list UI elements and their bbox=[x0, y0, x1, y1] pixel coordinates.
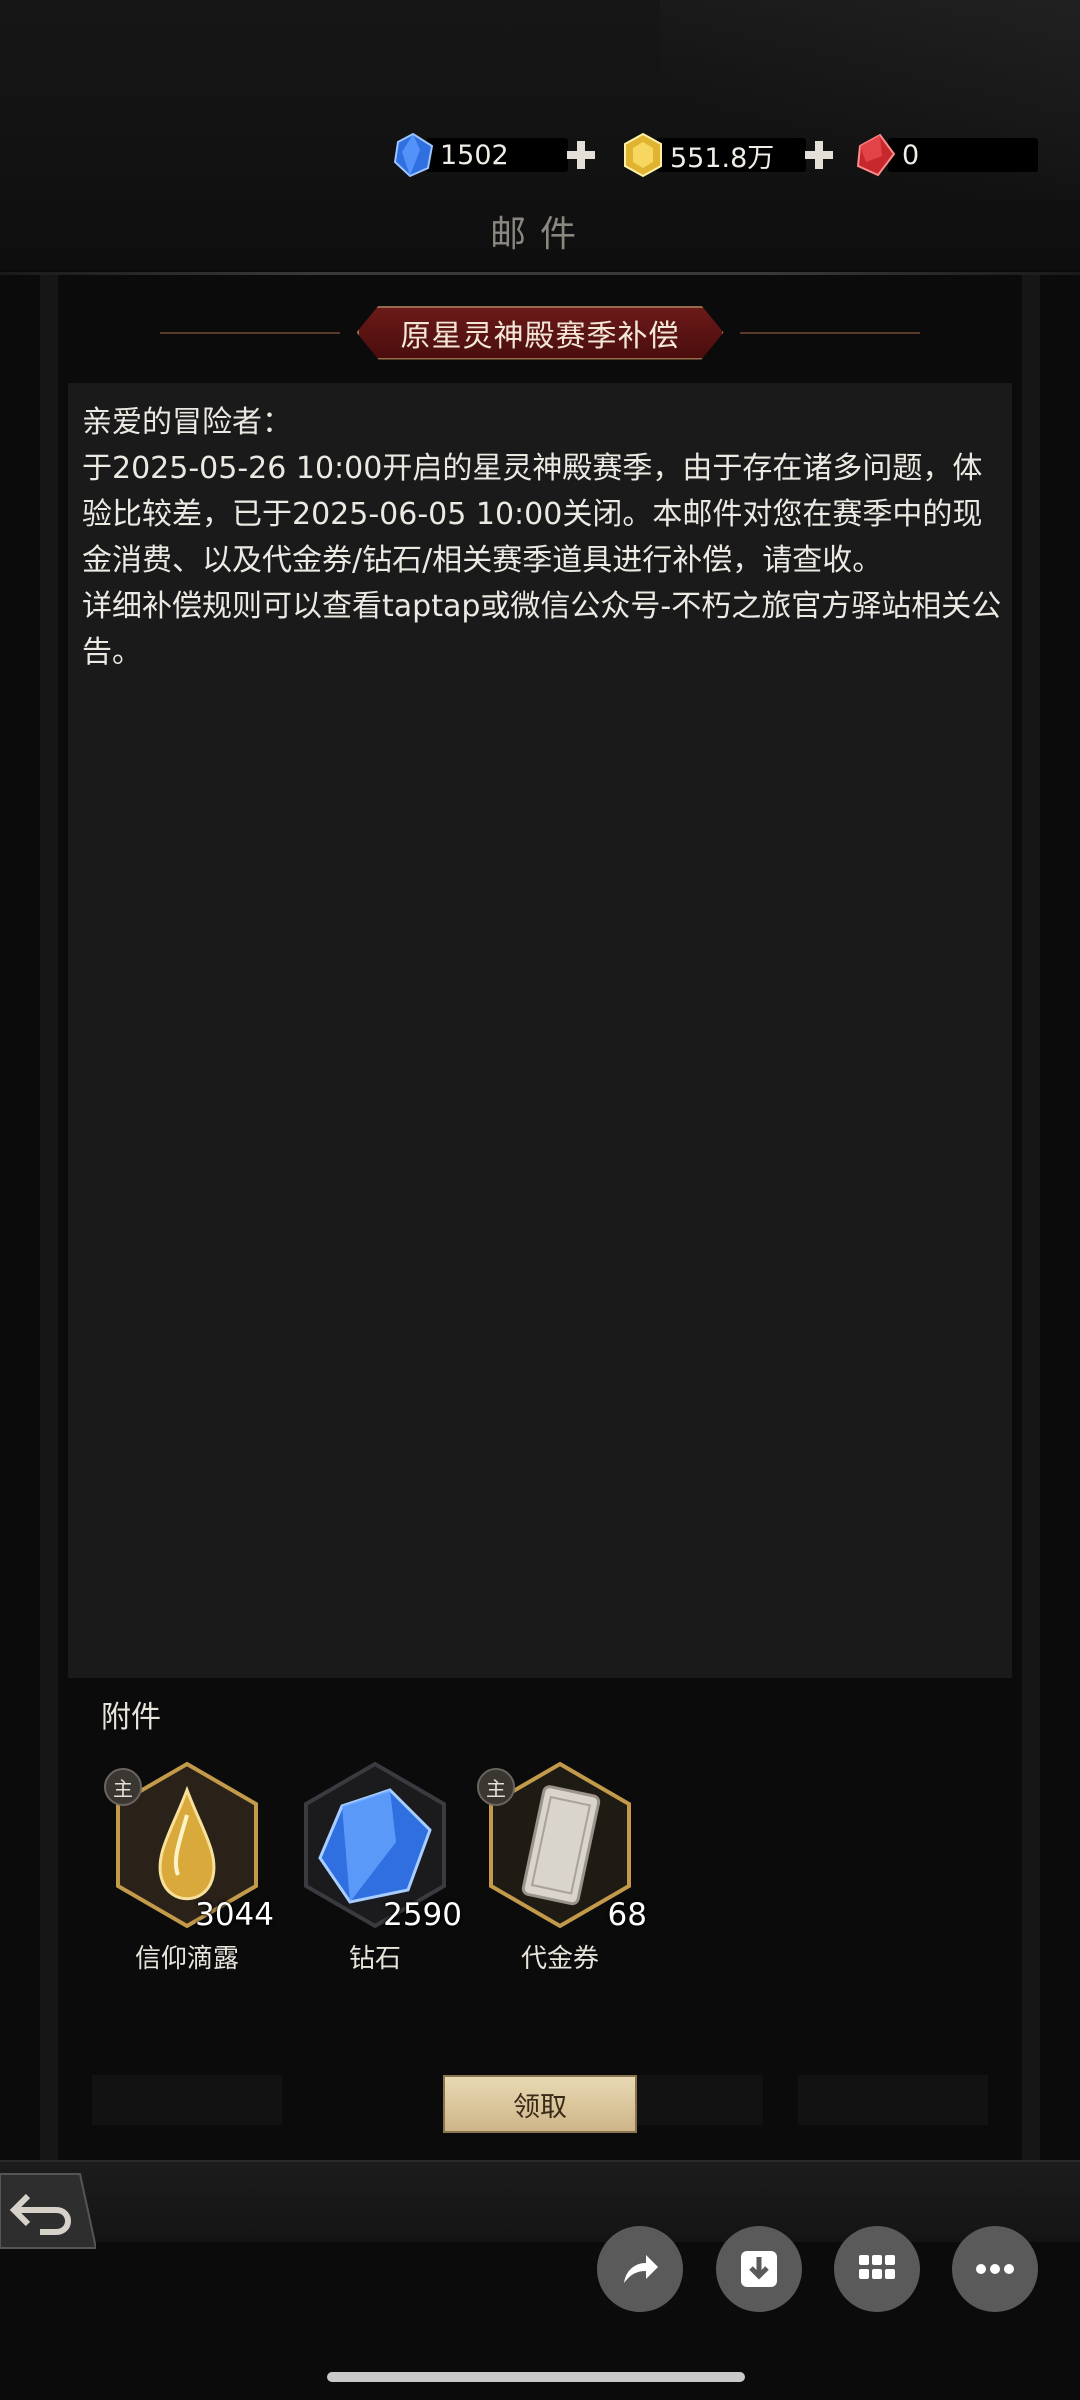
attachment-item-faith-dew[interactable]: 主 3044 信仰滴露 bbox=[102, 1760, 274, 1974]
grid-icon bbox=[859, 2255, 895, 2279]
more-button[interactable] bbox=[952, 2226, 1038, 2312]
footer-bar bbox=[0, 2160, 1080, 2242]
currency-gold[interactable]: 551.8万 bbox=[620, 132, 836, 178]
attachment-name: 信仰滴露 bbox=[134, 1944, 239, 1974]
blue-diamond-icon bbox=[393, 132, 434, 178]
share-button[interactable] bbox=[597, 2226, 683, 2312]
panel-right-edge bbox=[1022, 275, 1040, 2170]
attachment-count: 68 bbox=[607, 1897, 647, 1933]
attachment-item-diamond[interactable]: 2590 钻石 bbox=[290, 1760, 462, 1974]
add-gold-plus-icon[interactable] bbox=[802, 138, 836, 172]
gold-coin-icon bbox=[624, 132, 662, 178]
attachment-count: 2590 bbox=[383, 1897, 462, 1933]
share-arrow-icon bbox=[624, 2255, 658, 2283]
attachment-name: 钻石 bbox=[348, 1944, 401, 1974]
currency-diamond[interactable]: 1502 bbox=[390, 132, 598, 178]
subject-rule-right bbox=[740, 332, 920, 334]
mail-subject-wrap: 原星灵神殿赛季补偿 bbox=[0, 305, 1080, 360]
ghost-button-left bbox=[92, 2075, 282, 2125]
header-divider bbox=[0, 272, 1080, 275]
mail-body-text: 亲爱的冒险者： 于2025-05-26 10:00开启的星灵神殿赛季，由于存在诸… bbox=[82, 405, 1002, 670]
attachment-item-voucher[interactable]: 主 68 代金券 bbox=[475, 1760, 647, 1974]
red-crystal-icon bbox=[856, 133, 896, 177]
more-dots-icon bbox=[976, 2264, 1014, 2274]
claim-button[interactable]: 领取 bbox=[443, 2075, 637, 2133]
currency-gold-value: 551.8万 bbox=[656, 138, 806, 174]
attachment-count: 3044 bbox=[195, 1897, 274, 1933]
back-arrow-icon[interactable] bbox=[0, 2166, 96, 2256]
apps-button[interactable] bbox=[834, 2226, 920, 2312]
save-button[interactable] bbox=[716, 2226, 802, 2312]
currency-diamond-value: 1502 bbox=[426, 138, 568, 172]
main-badge: 主 bbox=[104, 1768, 142, 1806]
page-title: 邮件 bbox=[489, 214, 590, 255]
attachment-name: 代金券 bbox=[520, 1944, 599, 1974]
download-icon bbox=[741, 2251, 777, 2287]
currency-red[interactable]: 0 bbox=[852, 133, 1038, 177]
home-indicator[interactable] bbox=[327, 2372, 745, 2382]
main-badge: 主 bbox=[477, 1768, 515, 1806]
mail-subject: 原星灵神殿赛季补偿 bbox=[357, 306, 724, 360]
ghost-button-right bbox=[798, 2075, 988, 2125]
currency-red-value: 0 bbox=[888, 138, 1038, 172]
panel-left-edge bbox=[40, 275, 58, 2170]
add-diamond-plus-icon[interactable] bbox=[564, 138, 598, 172]
attachment-label: 附件 bbox=[101, 1700, 161, 1735]
subject-rule-left bbox=[160, 332, 340, 334]
